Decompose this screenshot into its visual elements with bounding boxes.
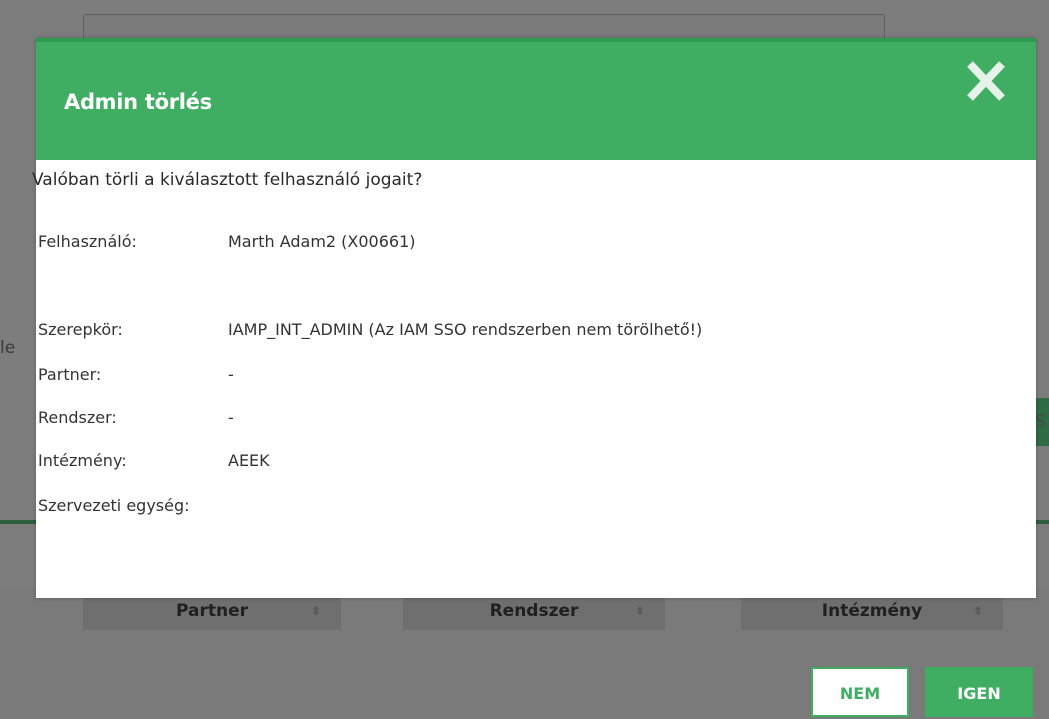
field-label: Szervezeti egység: (38, 496, 190, 515)
field-row-role: Szerepkör: IAMP_INT_ADMIN (Az IAM SSO ren… (38, 320, 702, 339)
field-row-system: Rendszer: - (38, 408, 234, 427)
field-value: Marth Adam2 (X00661) (228, 232, 416, 251)
field-label: Partner: (38, 365, 102, 384)
yes-button[interactable]: IGEN (925, 667, 1033, 717)
field-label: Felhasználó: (38, 232, 137, 251)
dialog-header: Admin törlés (36, 38, 1036, 160)
field-row-partner: Partner: - (38, 365, 234, 384)
no-button[interactable]: NEM (811, 667, 909, 717)
confirmation-question: Valóban törli a kiválasztott felhasználó… (32, 170, 423, 190)
field-value: - (228, 365, 234, 384)
close-button[interactable] (964, 56, 1008, 106)
field-value: IAMP_INT_ADMIN (Az IAM SSO rendszerben n… (228, 320, 703, 339)
delete-admin-dialog: Admin törlés Valóban törli a kiválasztot… (32, 38, 1036, 717)
column-header-label: Partner (175, 601, 248, 621)
field-label: Intézmény: (38, 451, 127, 470)
field-label: Rendszer: (38, 408, 117, 427)
field-row-user: Felhasználó: Marth Adam2 (X00661) (38, 232, 416, 251)
field-row-unit: Szervezeti egység: (38, 496, 228, 515)
close-icon (967, 61, 1005, 101)
background-left-text: le (0, 338, 16, 358)
dialog-title: Admin törlés (64, 90, 212, 114)
field-label: Szerepkör: (38, 320, 123, 339)
field-value: - (228, 408, 234, 427)
column-header-label: Intézmény (821, 601, 923, 621)
field-row-institution: Intézmény: AEEK (38, 451, 270, 470)
column-header-label: Rendszer (489, 601, 579, 621)
field-value: AEEK (228, 451, 270, 470)
